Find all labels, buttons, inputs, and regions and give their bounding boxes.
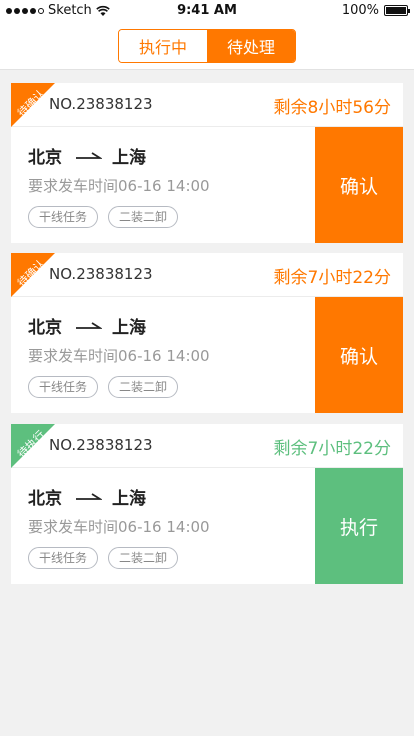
route: 北京 上海	[28, 143, 146, 168]
origin-city: 北京	[28, 489, 62, 509]
order-header: 待执行 NO.23838123 剩余7小时22分	[11, 424, 403, 468]
order-card[interactable]: 待确认 NO.23838123 剩余8小时56分 北京 上海 要求发车时间06-…	[11, 83, 403, 243]
battery-percent: 100%	[341, 3, 379, 18]
route-arrow-icon	[76, 151, 102, 159]
order-card[interactable]: 待确认 NO.23838123 剩余7小时22分 北京 上海 要求发车时间06-…	[11, 253, 403, 413]
order-header: 待确认 NO.23838123 剩余7小时22分	[11, 253, 403, 297]
tag: 干线任务	[28, 376, 99, 398]
route: 北京 上海	[28, 484, 146, 509]
destination-city: 上海	[112, 318, 146, 338]
battery-icon	[384, 5, 410, 16]
order-header: 待确认 NO.23838123 剩余8小时56分	[11, 83, 403, 127]
remaining-time: 剩余7小时22分	[273, 268, 391, 288]
departure-time: 要求发车时间06-16 14:00	[28, 177, 210, 195]
nav-bar: 执行中 待处理	[0, 22, 414, 70]
route-arrow-icon	[76, 492, 102, 500]
tag-list: 干线任务 二装二卸	[28, 206, 179, 228]
tag: 干线任务	[28, 206, 99, 228]
order-card[interactable]: 待执行 NO.23838123 剩余7小时22分 北京 上海 要求发车时间06-…	[11, 424, 403, 584]
remaining-time: 剩余7小时22分	[273, 439, 391, 459]
tab-executing[interactable]: 执行中	[119, 30, 207, 62]
tag: 二装二卸	[108, 206, 179, 228]
battery-area: 100%	[341, 3, 410, 18]
destination-city: 上海	[112, 148, 146, 168]
tag-list: 干线任务 二装二卸	[28, 376, 179, 398]
confirm-button[interactable]: 确认	[315, 127, 403, 243]
tag: 干线任务	[28, 547, 99, 569]
route-arrow-icon	[76, 321, 102, 329]
tag: 二装二卸	[108, 547, 179, 569]
departure-time: 要求发车时间06-16 14:00	[28, 518, 210, 536]
tag: 二装二卸	[108, 376, 179, 398]
tab-pending[interactable]: 待处理	[207, 30, 295, 62]
route: 北京 上海	[28, 313, 146, 338]
origin-city: 北京	[28, 318, 62, 338]
destination-city: 上海	[112, 489, 146, 509]
remaining-time: 剩余8小时56分	[273, 98, 391, 118]
status-bar: Sketch 9:41 AM 100%	[0, 0, 414, 22]
departure-time: 要求发车时间06-16 14:00	[28, 347, 210, 365]
confirm-button[interactable]: 确认	[315, 297, 403, 413]
order-number: NO.23838123	[49, 95, 153, 113]
segmented-control: 执行中 待处理	[118, 29, 296, 63]
origin-city: 北京	[28, 148, 62, 168]
order-number: NO.23838123	[49, 436, 153, 454]
tag-list: 干线任务 二装二卸	[28, 547, 179, 569]
order-number: NO.23838123	[49, 265, 153, 283]
execute-button[interactable]: 执行	[315, 468, 403, 584]
